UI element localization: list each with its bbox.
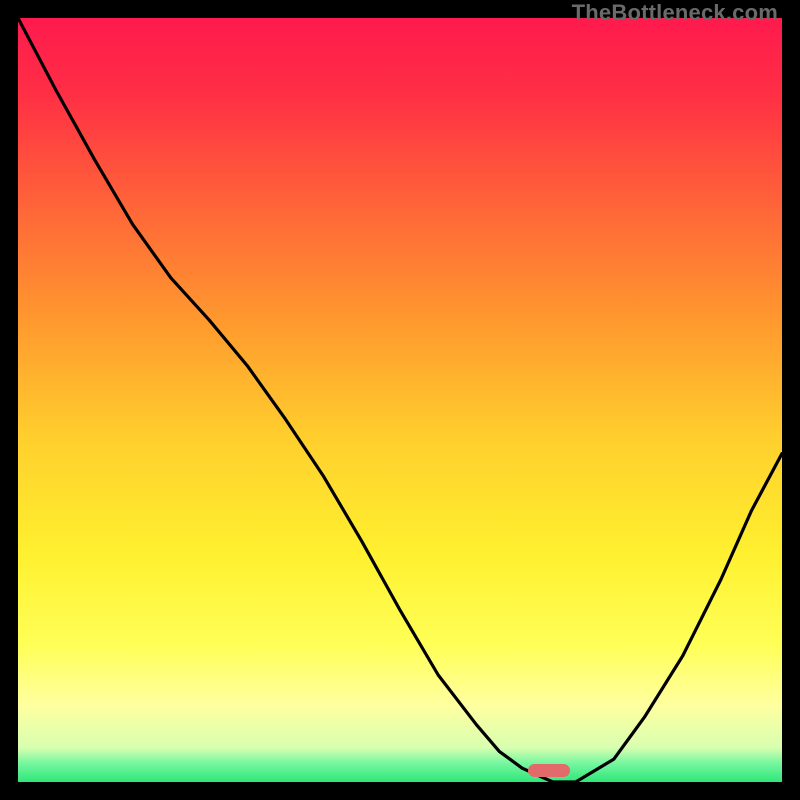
bottleneck-plot [18,18,782,782]
chart-frame [18,18,782,782]
optimal-marker [528,764,570,777]
watermark-text: TheBottleneck.com [572,0,778,26]
gradient-background [18,18,782,782]
